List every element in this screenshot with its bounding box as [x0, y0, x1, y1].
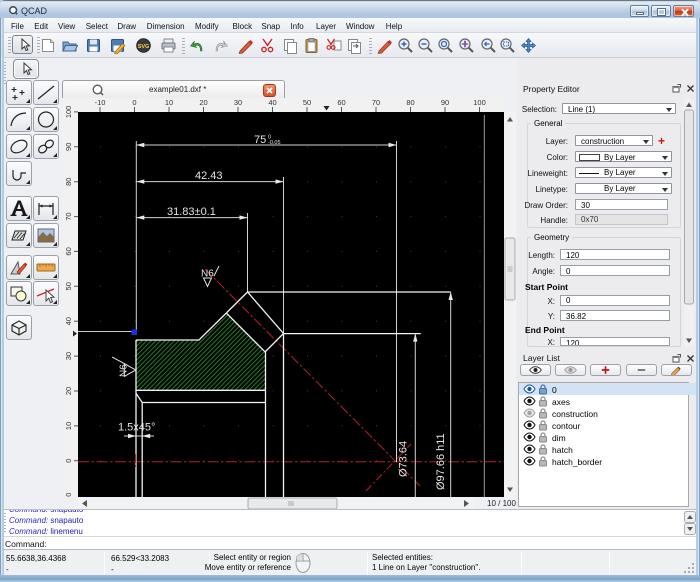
svg-text:42.43: 42.43: [195, 170, 223, 182]
svg-text:70: 70: [64, 212, 73, 220]
svg-text:20: 20: [64, 387, 73, 395]
svg-text:10: 10: [165, 98, 173, 107]
svg-text:20: 20: [199, 98, 207, 107]
svg-text:0: 0: [64, 459, 73, 463]
svg-text:31.83±0.1: 31.83±0.1: [167, 206, 216, 218]
svg-text:30: 30: [64, 352, 73, 360]
svg-text:100: 100: [64, 106, 73, 119]
svg-text:40: 40: [268, 98, 276, 107]
svg-text:70: 70: [372, 98, 380, 107]
svg-text:75: 75: [254, 134, 266, 146]
svg-text:-10: -10: [95, 98, 106, 107]
svg-text:-0.05: -0.05: [268, 140, 281, 146]
svg-text:40: 40: [64, 317, 73, 325]
svg-text:80: 80: [406, 98, 414, 107]
svg-text:1.5x45°: 1.5x45°: [118, 422, 155, 434]
svg-text:SVG: SVG: [137, 44, 149, 50]
svg-text:50: 50: [64, 282, 73, 290]
svg-text:0: 0: [132, 98, 136, 107]
svg-text:Ø97.66 h11: Ø97.66 h11: [435, 433, 447, 490]
svg-text:80: 80: [64, 178, 73, 186]
svg-text:10: 10: [64, 422, 73, 430]
svg-text:90: 90: [64, 143, 73, 151]
svg-text:60: 60: [64, 247, 73, 255]
svg-text:Ø73.64: Ø73.64: [398, 441, 410, 477]
svg-text:30: 30: [234, 98, 242, 107]
svg-text:90: 90: [441, 98, 449, 107]
svg-text:100: 100: [473, 98, 486, 107]
svg-text:50: 50: [303, 98, 311, 107]
svg-text:60: 60: [337, 98, 345, 107]
svg-text:-10: -10: [64, 493, 73, 497]
